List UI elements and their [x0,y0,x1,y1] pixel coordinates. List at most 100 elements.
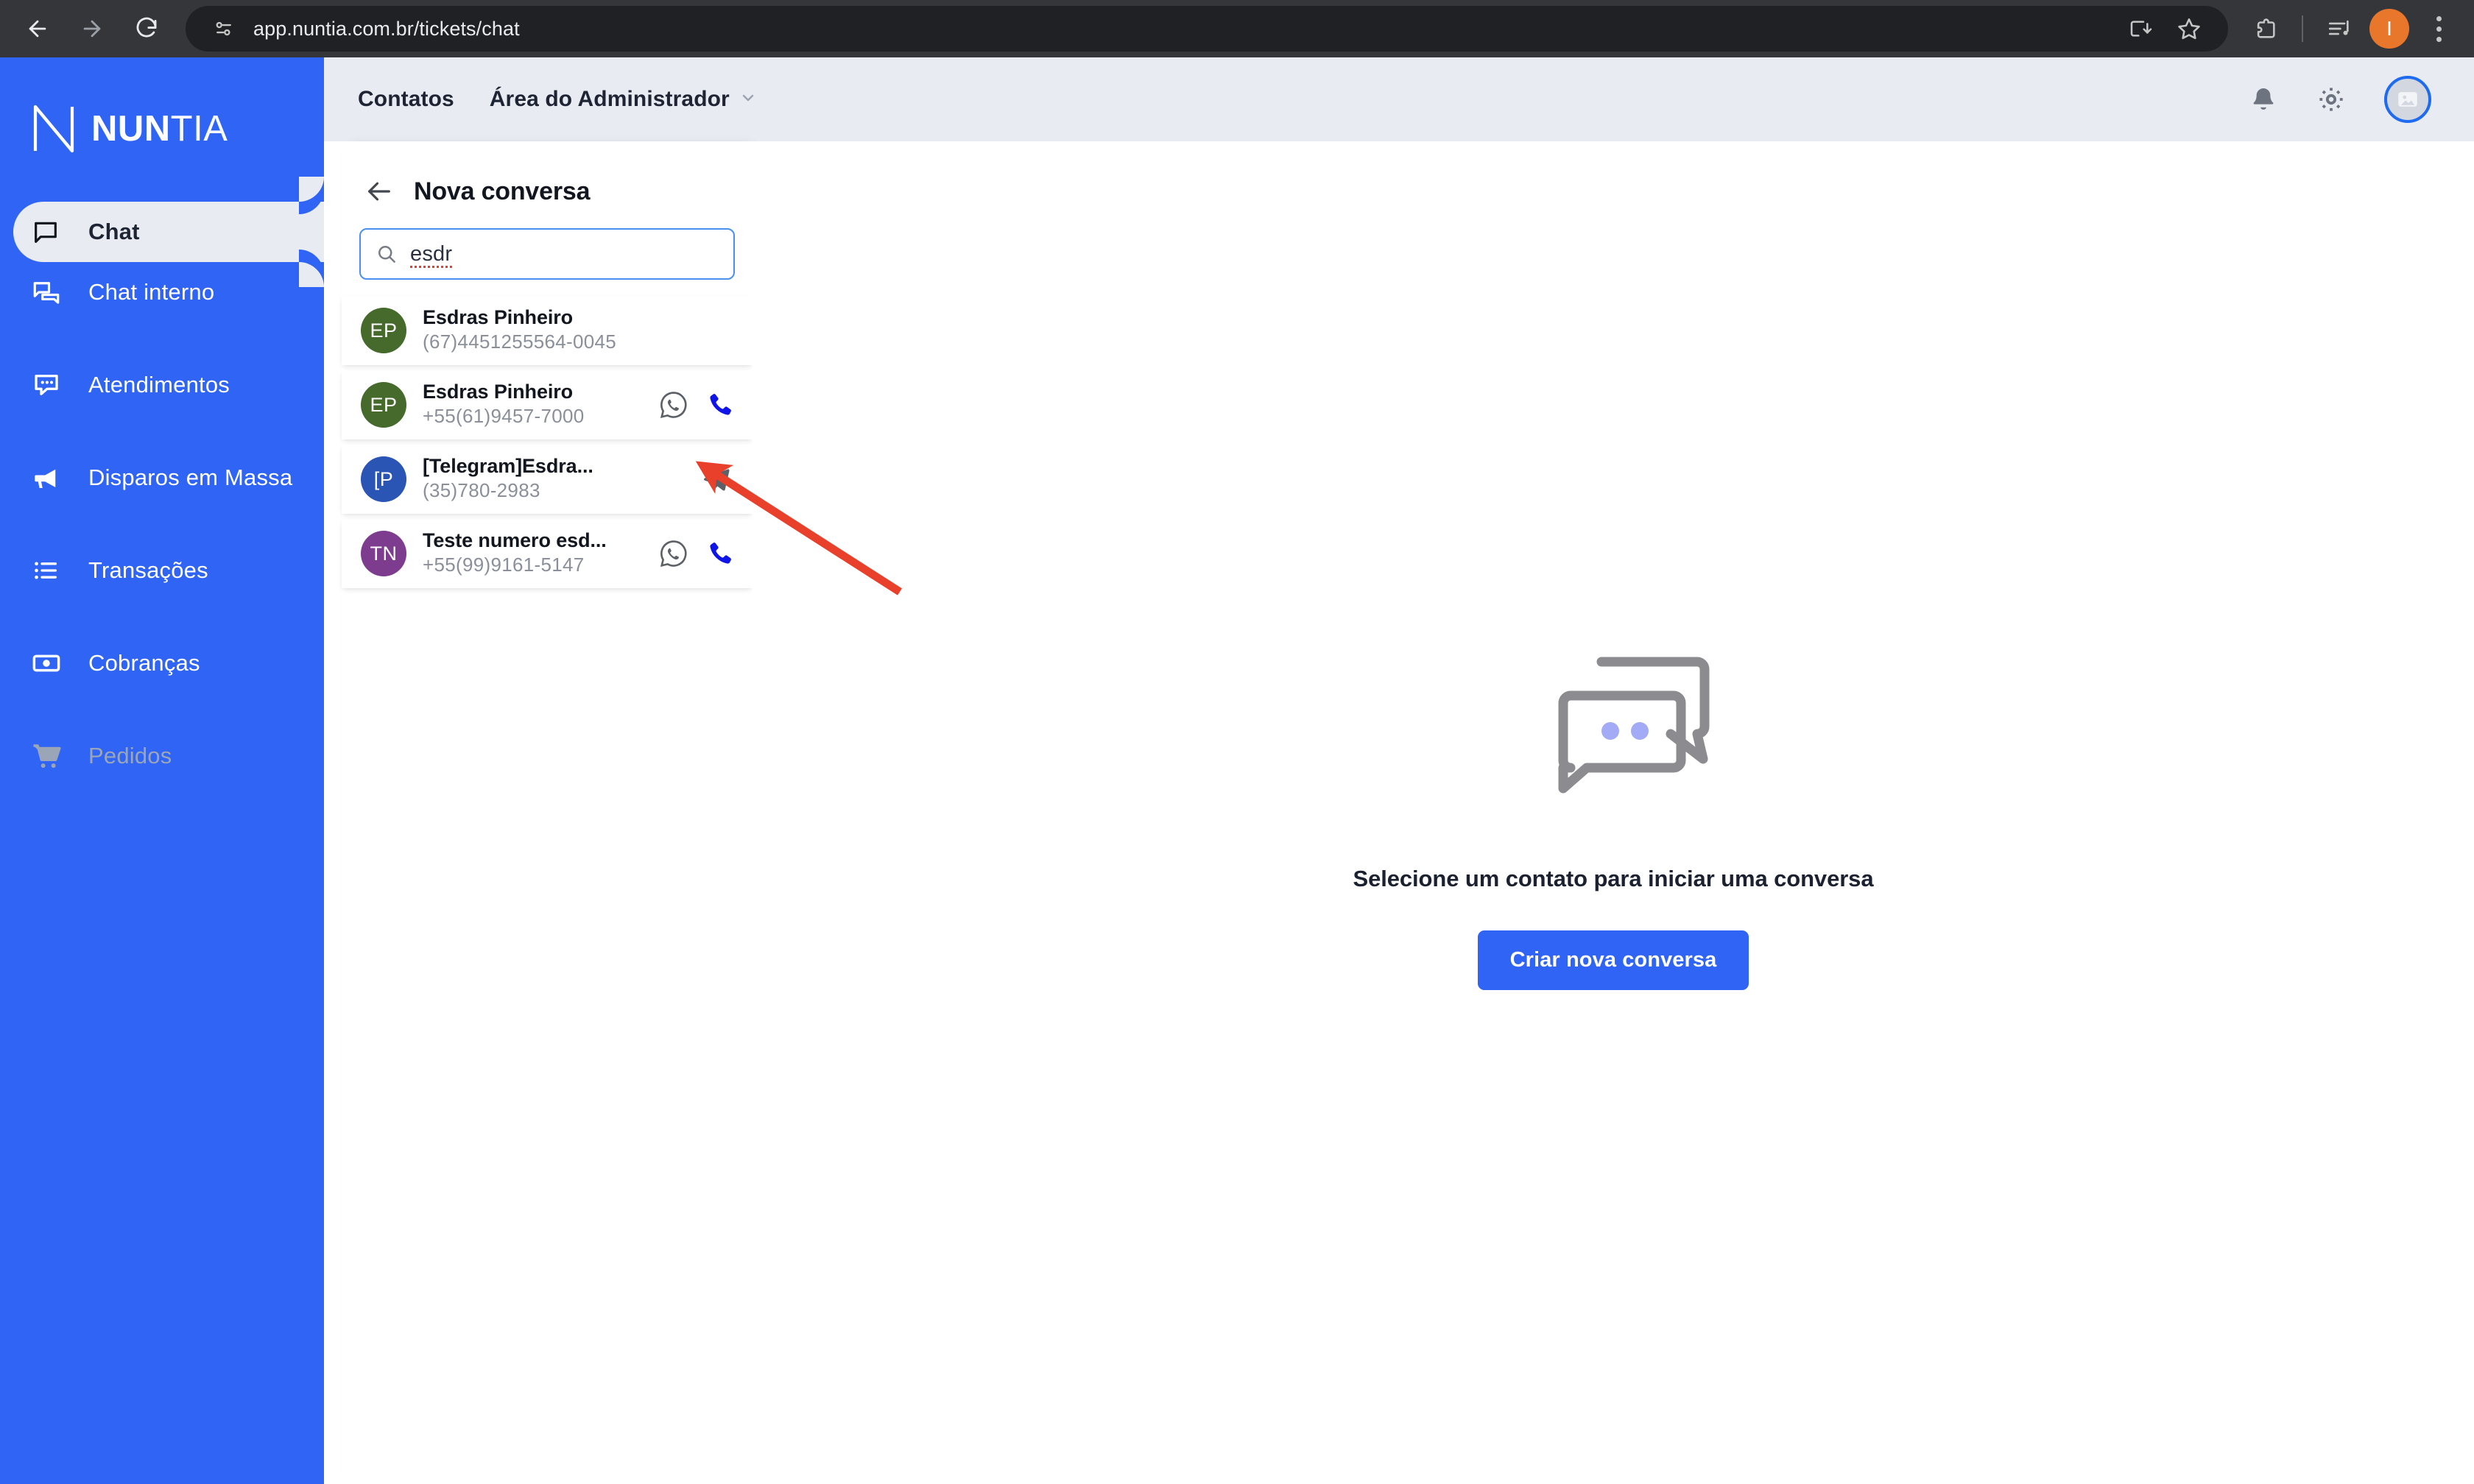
contact-info: [Telegram]Esdra... (35)780-2983 [423,455,694,503]
chat-dots-icon [31,370,69,400]
sidebar-label-atendimentos: Atendimentos [88,372,230,398]
sidebar-item-transacoes[interactable]: Transações [0,540,324,601]
contact-list-item[interactable]: TN Teste numero esd... +55(99)9161-5147 [342,519,753,588]
logo-bold: NUN [91,108,171,149]
sidebar-label-disparos: Disparos em Massa [88,464,293,490]
contact-avatar: EP [361,382,406,428]
contact-info: Esdras Pinheiro +55(61)9457-7000 [423,381,651,428]
browser-toolbar: app.nuntia.com.br/tickets/chat I [0,0,2474,57]
omnibox[interactable]: app.nuntia.com.br/tickets/chat [186,6,2228,52]
contact-list-item[interactable]: EP Esdras Pinheiro (67)4451255564-0045 [342,296,753,365]
chat-bubble-icon [31,217,69,247]
app-header: Contatos Área do Administrador [324,57,2474,141]
search-icon [376,243,398,265]
kebab-dot [2436,26,2442,32]
media-controls-icon[interactable] [2315,4,2364,53]
bell-icon[interactable] [2249,85,2278,114]
search-container: esdr [342,212,753,280]
app-logo[interactable]: NUNTIA [31,103,324,155]
site-info-icon[interactable] [203,8,244,49]
megaphone-icon [31,462,69,493]
sidebar-item-atendimentos[interactable]: Atendimentos [0,355,324,415]
chevron-down-icon [739,89,757,110]
banknote-icon [31,648,69,679]
telegram-icon[interactable] [701,464,732,495]
avatar-initials: TN [370,542,398,565]
gear-icon[interactable] [2316,85,2346,114]
sidebar-nav: Chat Chat interno Atendimentos Disparos … [0,177,324,786]
logo-light: TIA [170,108,228,149]
sidebar: NUNTIA Chat Chat interno Atendimentos Di… [0,57,324,1484]
contact-list-item[interactable]: [P [Telegram]Esdra... (35)780-2983 [342,445,753,514]
whatsapp-icon[interactable] [658,538,689,569]
panel-header: Nova conversa [342,141,753,212]
contact-name: Teste numero esd... [423,529,607,552]
avatar-initials: [P [373,467,394,490]
empty-state: Selecione um contato para iniciar uma co… [1353,628,1874,990]
sidebar-item-chat[interactable]: Chat [13,177,324,287]
toolbar-divider [2302,15,2303,42]
bookmark-star-icon[interactable] [2165,4,2213,53]
profile-initial: I [2386,17,2392,40]
back-arrow-icon[interactable] [362,174,396,208]
list-icon [31,556,69,585]
omnibox-actions [2116,4,2213,53]
app-root: NUNTIA Chat Chat interno Atendimentos Di… [0,57,2474,1484]
whatsapp-icon[interactable] [658,389,689,420]
install-app-icon[interactable] [2116,4,2165,53]
sidebar-label-chat: Chat [88,219,140,244]
contact-phone: +55(61)9457-7000 [423,405,585,428]
sidebar-label-pedidos: Pedidos [88,743,172,768]
nuntia-logo-text: NUNTIA [91,108,228,149]
create-new-conversation-button[interactable]: Criar nova conversa [1477,930,1749,990]
new-conversation-panel: Nova conversa esdr EP Esdras Pinheiro (6… [342,141,753,1484]
broken-image-icon [2398,92,2417,107]
panel-title: Nova conversa [414,177,591,205]
contact-avatar: TN [361,531,406,576]
cart-icon [31,741,69,771]
user-avatar[interactable] [2384,76,2431,123]
browser-reload-button[interactable] [119,1,174,56]
header-actions [2249,76,2431,123]
header-label-admin: Área do Administrador [489,87,730,111]
sidebar-item-pedidos[interactable]: Pedidos [0,726,324,786]
sidebar-item-cobrancas[interactable]: Cobranças [0,633,324,693]
kebab-dot [2436,15,2442,21]
conversation-area: Selecione um contato para iniciar uma co… [753,141,2474,1484]
search-input[interactable]: esdr [359,228,735,280]
contact-name: Esdras Pinheiro [423,381,574,403]
nuntia-logo-mark [33,105,74,153]
contact-name: Esdras Pinheiro [423,306,574,329]
contact-list-item[interactable]: EP Esdras Pinheiro +55(61)9457-7000 [342,370,753,439]
phone-icon[interactable] [705,390,735,420]
header-nav: Contatos Área do Administrador [358,87,757,112]
search-value: esdr [410,241,453,266]
extensions-icon[interactable] [2241,4,2290,53]
sidebar-item-chat-interno[interactable]: Chat interno [0,262,324,322]
browser-profile-avatar[interactable]: I [2369,9,2409,49]
header-link-contatos[interactable]: Contatos [358,87,454,112]
contact-avatar: [P [361,456,406,502]
chat-bubbles-icon [31,277,69,308]
contact-phone: (35)780-2983 [423,479,540,502]
contact-channel-actions [658,538,735,569]
url-text: app.nuntia.com.br/tickets/chat [253,17,520,40]
kebab-dot [2436,36,2442,42]
contact-channel-actions [658,389,735,420]
sidebar-label-chat-interno: Chat interno [88,279,215,305]
chat-bubbles-illustration [1515,628,1712,817]
browser-forward-button[interactable] [65,1,119,56]
contact-channel-actions [701,464,735,495]
browser-back-button[interactable] [10,1,65,56]
avatar-initials: EP [370,319,398,342]
browser-menu-icon[interactable] [2415,5,2462,52]
sidebar-label-cobrancas: Cobranças [88,650,200,676]
contact-phone: (67)4451255564-0045 [423,331,617,353]
contact-results-list: EP Esdras Pinheiro (67)4451255564-0045 E… [342,296,753,588]
sidebar-item-disparos-em-massa[interactable]: Disparos em Massa [0,448,324,508]
header-dropdown-admin[interactable]: Área do Administrador [490,87,757,112]
contact-info: Teste numero esd... +55(99)9161-5147 [423,529,651,577]
contact-name: [Telegram]Esdra... [423,455,593,478]
contact-phone: +55(99)9161-5147 [423,554,585,576]
phone-icon[interactable] [705,539,735,568]
